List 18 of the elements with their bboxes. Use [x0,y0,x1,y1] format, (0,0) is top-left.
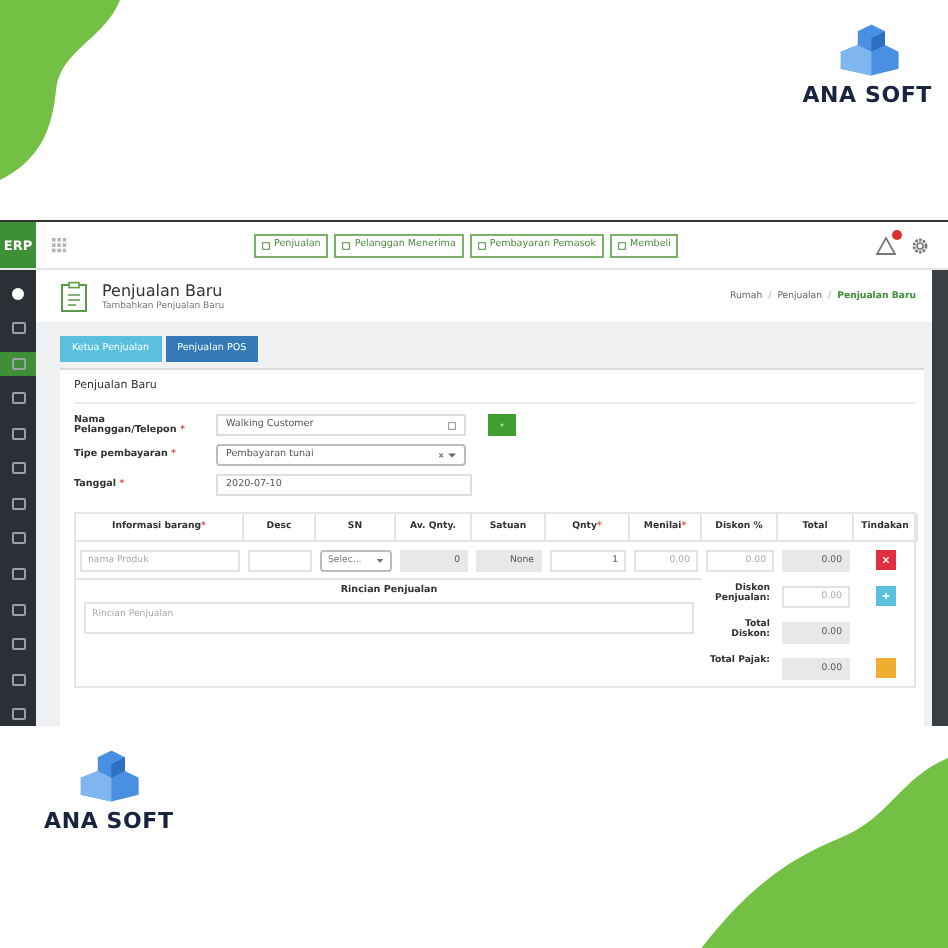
settings-icon[interactable] [910,235,930,255]
square-icon [262,241,270,249]
square-icon [477,241,486,249]
scrollbar[interactable] [932,270,948,726]
delete-button[interactable] [876,550,896,570]
page-title: Penjualan Baru [102,281,225,299]
desc-field[interactable] [248,549,312,571]
brand-name: ANA SOFT [802,82,932,108]
calendar-icon [448,421,456,429]
close-icon [882,556,890,564]
clear-caret-icon [438,451,456,459]
square-icon [342,241,351,249]
clipboard-icon [60,279,88,313]
plus-icon [882,592,890,600]
square-icon [618,241,627,249]
warning-icon[interactable] [876,235,896,255]
brand-name: ANA SOFT [44,808,174,834]
caret-icon [376,557,384,563]
